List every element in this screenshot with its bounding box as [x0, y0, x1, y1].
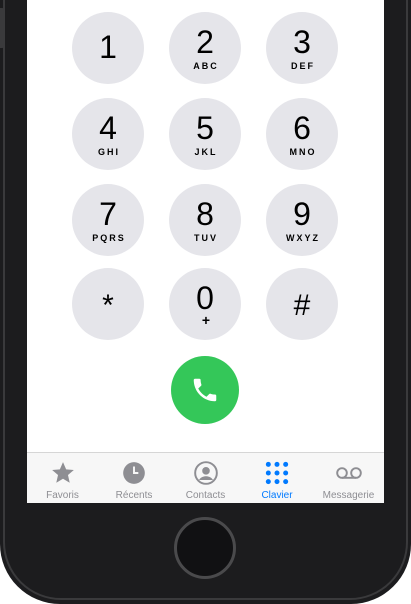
tab-favoris[interactable]: Favoris	[27, 453, 98, 503]
tab-label: Favoris	[46, 490, 79, 501]
side-button	[0, 8, 4, 48]
key-letters: WXYZ	[286, 232, 320, 243]
call-button[interactable]	[171, 356, 239, 424]
key-digit: 5	[196, 109, 214, 146]
key-0[interactable]: 0 +	[169, 268, 241, 340]
contact-icon	[192, 459, 220, 487]
home-button[interactable]	[174, 517, 236, 579]
key-6[interactable]: 6 MNO	[266, 98, 338, 170]
tab-label: Clavier	[261, 490, 293, 501]
key-star[interactable]: *	[72, 268, 144, 340]
key-4[interactable]: 4 GHI	[72, 98, 144, 170]
key-digit: 2	[196, 23, 214, 60]
key-1[interactable]: 1	[72, 12, 144, 84]
phone-screen: 1 2 ABC 3 DEF 4 GHI 5 JKL 6 MNO 7 PQRS 8…	[27, 0, 384, 503]
tab-contacts[interactable]: Contacts	[170, 453, 241, 503]
tab-bar: Favoris Récents Contacts Clavier Message…	[27, 452, 384, 503]
key-letters: ABC	[193, 60, 219, 71]
key-digit: 7	[99, 195, 117, 232]
key-digit: 6	[293, 109, 311, 146]
key-letters: PQRS	[92, 232, 126, 243]
key-digit: 1	[99, 28, 117, 65]
key-letters: GHI	[97, 146, 120, 157]
key-3[interactable]: 3 DEF	[266, 12, 338, 84]
key-digit: 9	[293, 195, 311, 232]
key-5[interactable]: 5 JKL	[169, 98, 241, 170]
star-icon	[49, 459, 77, 487]
tab-label: Récents	[115, 490, 153, 501]
key-hash[interactable]: #	[266, 268, 338, 340]
key-letters: TUV	[194, 232, 218, 243]
clock-icon	[120, 459, 148, 487]
key-7[interactable]: 7 PQRS	[72, 184, 144, 256]
key-digit: #	[293, 288, 311, 322]
key-9[interactable]: 9 WXYZ	[266, 184, 338, 256]
key-digit: *	[102, 288, 114, 322]
voicemail-icon	[335, 459, 363, 487]
tab-messagerie[interactable]: Messagerie	[313, 453, 384, 503]
key-letters: DEF	[291, 60, 315, 71]
key-letters: JKL	[194, 146, 218, 157]
tab-label: Messagerie	[322, 490, 375, 501]
phone-icon	[193, 378, 217, 402]
key-digit: 3	[293, 23, 311, 60]
tab-clavier[interactable]: Clavier	[242, 453, 313, 503]
key-letters: +	[201, 312, 211, 328]
key-letters: MNO	[289, 146, 317, 157]
key-digit: 4	[99, 109, 117, 146]
key-digit: 8	[196, 195, 214, 232]
tab-label: Contacts	[185, 490, 226, 501]
keypad-icon	[263, 459, 291, 487]
key-8[interactable]: 8 TUV	[169, 184, 241, 256]
tab-recents[interactable]: Récents	[99, 453, 170, 503]
key-digit: 0	[196, 280, 214, 316]
key-2[interactable]: 2 ABC	[169, 12, 241, 84]
